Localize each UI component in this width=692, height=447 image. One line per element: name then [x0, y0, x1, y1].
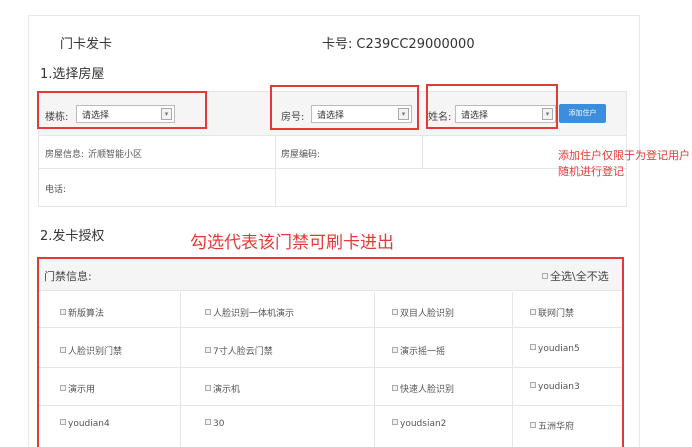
card-number-label: 卡号: — [322, 37, 353, 52]
card-number-value: C239CC29000000 — [356, 37, 475, 52]
highlight-box — [37, 91, 207, 129]
highlight-box — [270, 85, 419, 130]
add-resident-note: 添加住户仅限于为登记用户随机进行登记 — [558, 149, 690, 178]
house-code-label: 房屋编码: — [281, 150, 321, 160]
house-info: 房屋信息: 沂顺智能小区 — [45, 147, 142, 160]
divider — [275, 136, 276, 206]
house-info-value: 沂顺智能小区 — [88, 150, 143, 160]
house-info-label: 房屋信息: — [45, 150, 85, 160]
section-auth-title: 2.发卡授权 — [40, 229, 105, 244]
divider — [39, 168, 626, 169]
check-note: 勾选代表该门禁可刷卡进出 — [190, 233, 394, 253]
phone-label: 电话: — [45, 185, 67, 195]
card-number: 卡号: C239CC29000000 — [322, 33, 475, 52]
highlight-box — [426, 84, 558, 129]
divider — [422, 136, 423, 169]
page-title: 门卡发卡 — [60, 37, 113, 52]
section-house-title: 1.选择房屋 — [40, 67, 105, 82]
access-grid-highlight — [37, 257, 624, 447]
add-resident-button[interactable]: 添加住户 — [559, 104, 606, 123]
